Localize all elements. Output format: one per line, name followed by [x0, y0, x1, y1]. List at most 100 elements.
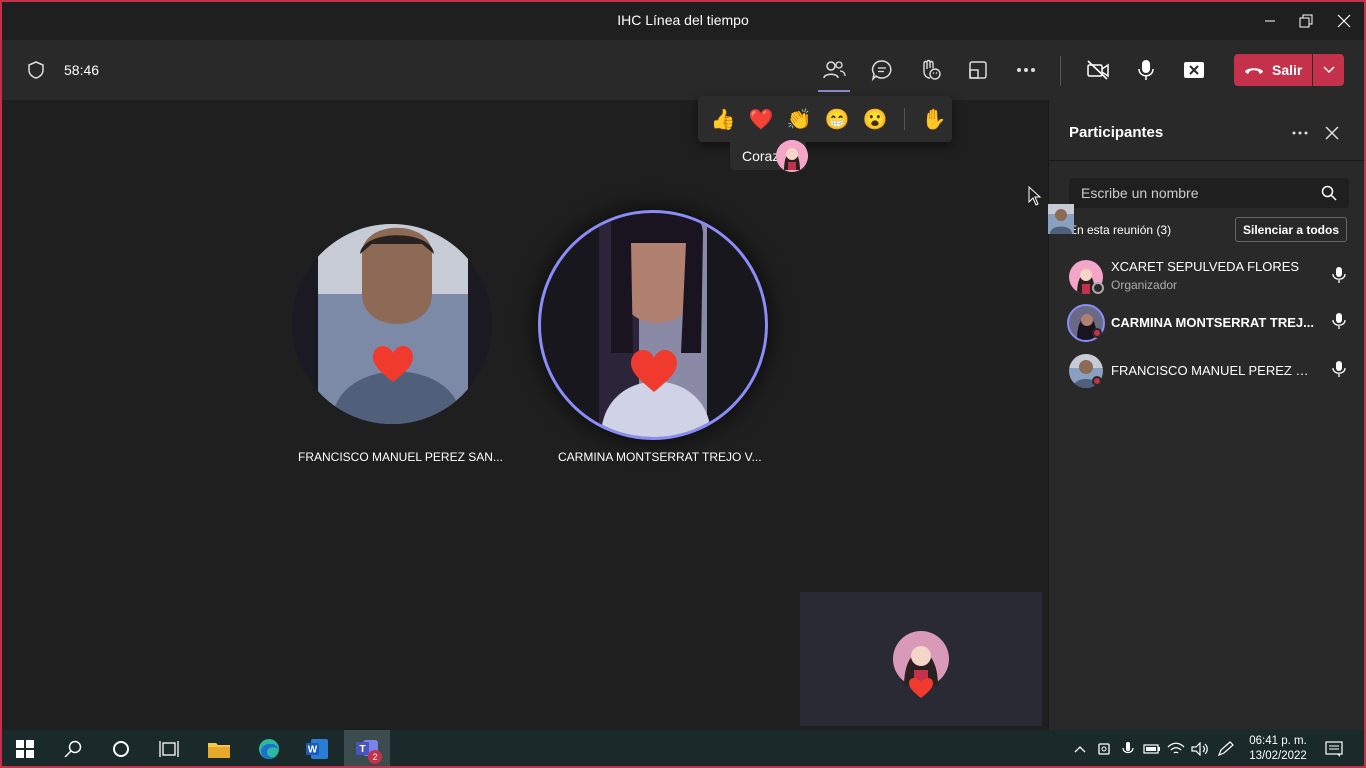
window-title: IHC Línea del tiempo: [617, 12, 749, 28]
shield-icon: [28, 61, 44, 79]
reactions-button[interactable]: [914, 54, 946, 86]
restore-button[interactable]: [1286, 8, 1326, 34]
header-divider: [1060, 56, 1061, 86]
word-button[interactable]: W: [294, 730, 340, 766]
share-tray-button[interactable]: [962, 54, 994, 86]
close-window-button[interactable]: [1324, 8, 1364, 34]
in-meeting-count[interactable]: En esta reunión (3): [1069, 223, 1171, 237]
minimize-icon: [1265, 20, 1275, 22]
restore-icon: [1299, 14, 1313, 28]
reactions-divider: [904, 108, 905, 130]
pen-icon: [1217, 741, 1234, 757]
laugh-reaction-button[interactable]: 😁: [822, 104, 852, 134]
participants-button[interactable]: [818, 54, 850, 92]
mic-tray-icon[interactable]: [1118, 740, 1138, 758]
status-busy-icon: [1092, 328, 1102, 338]
battery-tray-icon[interactable]: [1142, 740, 1162, 758]
speaker-icon: [1191, 742, 1208, 756]
heart-reaction-button[interactable]: ❤️: [746, 104, 776, 134]
pen-tray-icon[interactable]: [1216, 740, 1236, 758]
participant-search-input[interactable]: [1069, 178, 1349, 208]
leave-options-button[interactable]: [1313, 54, 1344, 86]
participant-name: CARMINA MONTSERRAT TREJ...: [1111, 315, 1314, 330]
taskbar-search-button[interactable]: [50, 730, 96, 766]
teams-window: IHC Línea del tiempo 58:46 Salir FRANCIS…: [0, 0, 1366, 768]
task-view-button[interactable]: [146, 730, 192, 766]
start-button[interactable]: [2, 730, 48, 766]
edge-icon: [259, 739, 279, 759]
heart-reaction-icon: [631, 350, 677, 392]
participant-name: FRANCISCO MANUEL PEREZ SA...: [1111, 363, 1317, 378]
wifi-tray-icon[interactable]: [1166, 740, 1186, 758]
cortana-icon: [113, 741, 129, 757]
stop-sharing-button[interactable]: [1178, 54, 1210, 86]
participant-row[interactable]: CARMINA MONTSERRAT TREJ...: [1049, 300, 1364, 344]
mic-toggle-button[interactable]: [1130, 54, 1162, 86]
file-explorer-button[interactable]: [196, 730, 242, 766]
battery-icon: [1143, 744, 1160, 754]
clapping-hands-icon: 👏: [786, 108, 812, 131]
panel-more-button[interactable]: [1289, 122, 1311, 144]
surprised-face-icon: 😮: [862, 108, 888, 131]
mic-icon: [1332, 361, 1346, 377]
teams-notification-badge: 2: [368, 750, 382, 764]
mouse-pointer-icon: [1028, 186, 1042, 206]
status-busy-icon: [1092, 376, 1102, 386]
leave-button[interactable]: Salir: [1234, 54, 1312, 86]
participants-icon: [823, 61, 846, 79]
participant-tile-francisco[interactable]: [292, 224, 492, 424]
task-view-icon: [159, 741, 179, 757]
search-icon: [1321, 185, 1337, 201]
title-bar: IHC Línea del tiempo: [2, 2, 1364, 40]
chat-icon: [871, 60, 892, 81]
more-actions-button[interactable]: [1010, 54, 1042, 86]
chevron-down-icon: [1322, 66, 1335, 74]
thumbs-up-icon: 👍: [710, 108, 736, 131]
mic-icon: [1122, 742, 1134, 754]
like-reaction-button[interactable]: 👍: [708, 104, 738, 134]
video-carmina: [538, 210, 768, 440]
mic-icon: [1138, 60, 1154, 80]
close-icon: [1337, 14, 1351, 28]
tile-name-francisco: FRANCISCO MANUEL PEREZ SAN...: [298, 450, 503, 464]
teams-taskbar-button[interactable]: T: [344, 730, 390, 766]
minimize-button[interactable]: [1250, 8, 1290, 34]
phone-hangup-icon: [1245, 68, 1263, 74]
leave-label: Salir: [1272, 62, 1303, 78]
participant-row[interactable]: FRANCISCO MANUEL PEREZ SA...: [1049, 348, 1364, 392]
chat-button[interactable]: [866, 54, 898, 86]
meeting-stage: FRANCISCO MANUEL PEREZ SAN... CARMINA MO…: [2, 96, 1046, 730]
mic-icon: [1332, 313, 1346, 329]
camera-toggle-button[interactable]: [1082, 54, 1114, 86]
word-icon: W: [306, 739, 328, 759]
mute-all-button[interactable]: Silenciar a todos: [1235, 217, 1347, 242]
tile-name-carmina: CARMINA MONTSERRAT TREJO V...: [558, 450, 762, 464]
windows-logo-icon: [16, 740, 34, 758]
word-letter: W: [308, 745, 318, 756]
edge-button[interactable]: [246, 730, 292, 766]
camera-tray-icon: [1098, 743, 1110, 755]
participants-panel: Participantes En esta reunión (3) Silenc…: [1048, 100, 1364, 730]
participant-role: Organizador: [1111, 278, 1178, 292]
volume-tray-icon[interactable]: [1190, 740, 1210, 758]
participant-name: XCARET SEPULVEDA FLORES: [1111, 259, 1300, 274]
person-video-image: [599, 213, 711, 437]
chevron-up-icon: [1074, 746, 1086, 753]
raise-hand-button[interactable]: ✋: [919, 104, 949, 134]
notification-icon: [1325, 741, 1343, 757]
participant-tile-carmina[interactable]: [538, 210, 768, 440]
taskbar-clock[interactable]: 06:41 p. m. 13/02/2022: [1242, 734, 1314, 764]
participant-row[interactable]: XCARET SEPULVEDA FLORES Organizador: [1049, 254, 1364, 298]
show-hidden-icons-button[interactable]: [1070, 740, 1090, 758]
cortana-button[interactable]: [98, 730, 144, 766]
surprised-reaction-button[interactable]: 😮: [860, 104, 890, 134]
cartoon-avatar-image: [776, 140, 808, 172]
meet-now-tray-icon[interactable]: [1094, 740, 1114, 758]
applause-reaction-button[interactable]: 👏: [784, 104, 814, 134]
more-icon: [1292, 131, 1308, 135]
action-center-button[interactable]: [1324, 740, 1344, 758]
panel-close-button[interactable]: [1321, 122, 1343, 144]
heart-icon: ❤️: [748, 108, 774, 131]
self-view-tile[interactable]: [800, 592, 1042, 726]
meeting-header: 58:46 Salir: [2, 40, 1364, 100]
